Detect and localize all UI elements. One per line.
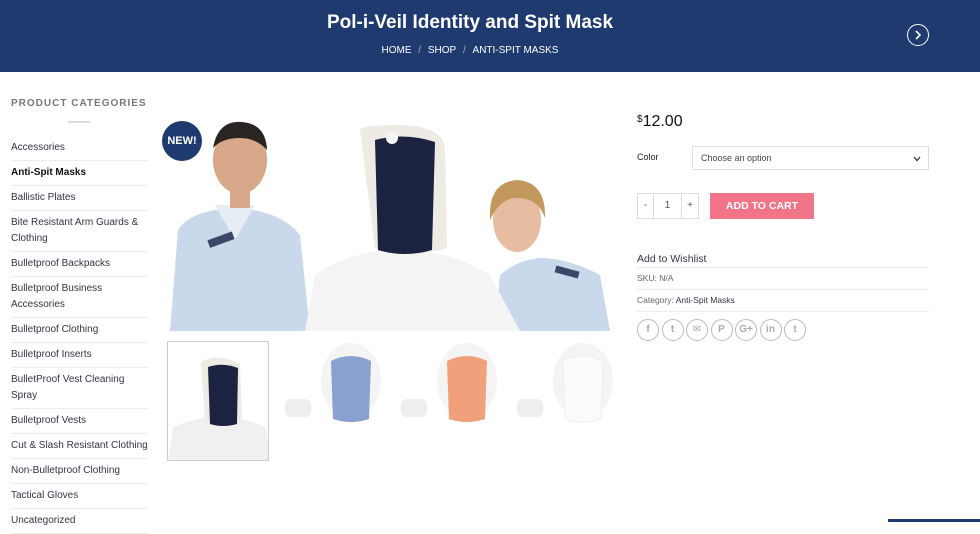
sidebar-title: PRODUCT CATEGORIES: [11, 98, 147, 109]
chevron-right-icon: [915, 30, 922, 40]
breadcrumb-shop[interactable]: SHOP: [428, 45, 456, 56]
category-item[interactable]: BulletProof Vest Cleaning Spray: [11, 368, 148, 409]
product-category: Category: Anti-Spit Masks: [637, 295, 929, 312]
quantity-stepper: - 1 +: [637, 193, 699, 219]
breadcrumb-home[interactable]: HOME: [382, 45, 412, 56]
category-label: Category:: [637, 295, 674, 305]
color-select-value: Choose an option: [701, 153, 772, 163]
page-title: Pol-i-Veil Identity and Spit Mask: [326, 12, 614, 33]
title-underline: [68, 121, 90, 123]
category-item[interactable]: Tactical Gloves: [11, 484, 148, 509]
category-item[interactable]: Accessories: [11, 136, 148, 161]
category-item[interactable]: Bulletproof Backpacks: [11, 252, 148, 277]
add-to-wishlist-link[interactable]: Add to Wishlist: [637, 253, 929, 268]
thumbnail-image[interactable]: [283, 341, 385, 461]
thumbnail-illustration: [168, 342, 268, 460]
qty-plus-button[interactable]: +: [682, 194, 698, 218]
share-icons: f t ✉ P G+ in t: [637, 319, 809, 341]
category-item[interactable]: Cut & Slash Resistant Clothing: [11, 434, 148, 459]
new-badge: NEW!: [162, 121, 202, 161]
category-item[interactable]: Bulletproof Vests: [11, 409, 148, 434]
qty-input[interactable]: 1: [654, 194, 682, 218]
category-item[interactable]: Bite Resistant Arm Guards & Clothing: [11, 211, 148, 252]
email-icon[interactable]: ✉: [686, 319, 708, 341]
pinterest-icon[interactable]: P: [710, 319, 733, 341]
page-header: Pol-i-Veil Identity and Spit Mask HOME /…: [0, 0, 980, 72]
thumbnail-illustration: [517, 343, 613, 423]
breadcrumb-separator: /: [418, 45, 422, 56]
main-product-image[interactable]: [160, 110, 615, 331]
chevron-down-icon: [913, 156, 921, 162]
next-product-button[interactable]: [907, 24, 929, 46]
sku-text: SKU: N/A: [637, 273, 929, 290]
product-photo-illustration: [170, 121, 610, 331]
price-value: 12.00: [642, 113, 683, 130]
facebook-icon[interactable]: f: [637, 319, 659, 341]
currency-symbol: $: [637, 114, 643, 125]
qty-minus-button[interactable]: -: [638, 194, 654, 218]
category-item[interactable]: Bulletproof Clothing: [11, 318, 148, 343]
breadcrumb-separator: /: [462, 45, 466, 56]
add-to-cart-button[interactable]: ADD TO CART: [710, 193, 814, 219]
breadcrumb-anti-spit-masks[interactable]: ANTI-SPIT MASKS: [473, 45, 559, 56]
tumblr-icon[interactable]: t: [784, 319, 806, 341]
category-item[interactable]: Bulletproof Inserts: [11, 343, 148, 368]
linkedin-icon[interactable]: in: [759, 319, 782, 341]
thumbnail-illustration: [285, 343, 381, 422]
category-item[interactable]: Non-Bulletproof Clothing: [11, 459, 148, 484]
color-select[interactable]: Choose an option: [692, 146, 929, 170]
thumbnail-illustration: [401, 343, 497, 422]
thumbnail-image[interactable]: [515, 341, 617, 461]
twitter-icon[interactable]: t: [661, 319, 684, 341]
category-item[interactable]: Bulletproof Business Accessories: [11, 277, 148, 318]
thumbnail-image[interactable]: [167, 341, 269, 461]
color-label: Color: [637, 152, 659, 162]
category-link[interactable]: Anti-Spit Masks: [676, 295, 735, 305]
thumbnail-image[interactable]: [399, 341, 501, 461]
category-item-active[interactable]: Anti-Spit Masks: [11, 161, 148, 186]
category-list: Accessories Anti-Spit Masks Ballistic Pl…: [11, 136, 148, 534]
product-price: $12.00: [637, 113, 683, 131]
product-categories-sidebar: PRODUCT CATEGORIES Accessories Anti-Spit…: [11, 98, 148, 534]
google-plus-icon[interactable]: G+: [735, 319, 757, 341]
category-item[interactable]: Ballistic Plates: [11, 186, 148, 211]
breadcrumb: HOME / SHOP / ANTI-SPIT MASKS: [0, 45, 940, 56]
